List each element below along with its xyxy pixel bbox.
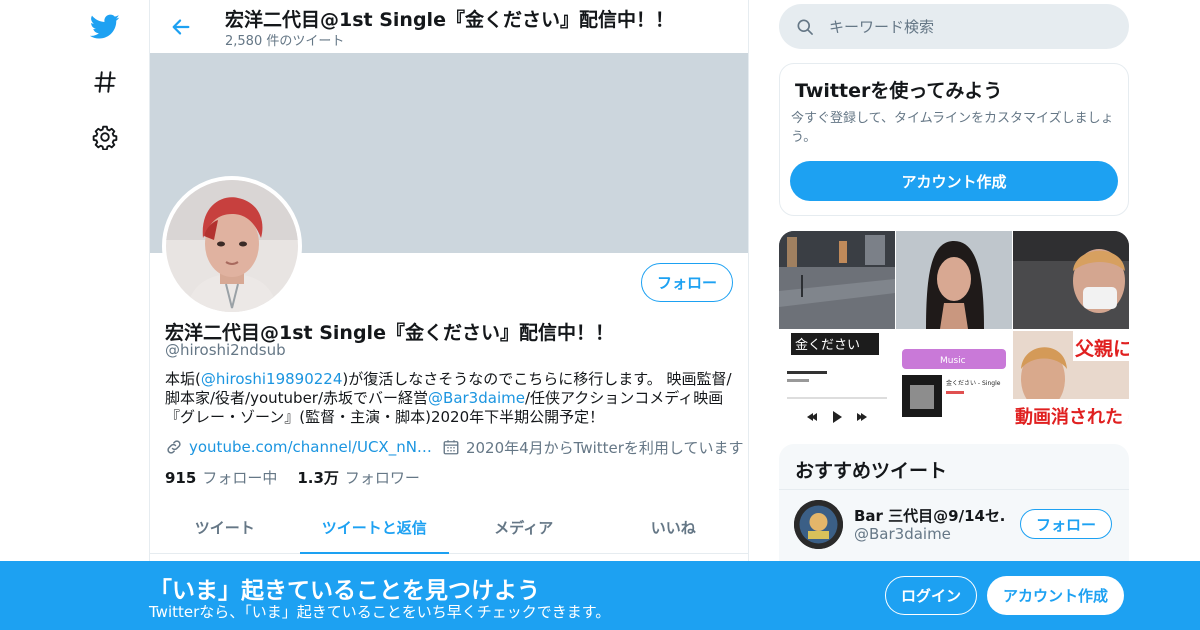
thumb-text-bottom: 動画消された [1015,406,1123,428]
media-grid: 金ください Music 金ください - Single 父親に 動画消された [779,231,1129,429]
followers-label: フォロワー [344,469,420,487]
following-stat[interactable]: 915 フォロー中 [165,467,277,488]
profile-bio: 本垢(@hiroshi19890224)が復活しなさそうなのでこちらに移行します… [165,370,735,427]
followers-stat[interactable]: 1.3万 フォロワー [297,467,420,488]
recommended-name[interactable]: Bar 三代目@9/14セ… [854,505,1004,526]
following-count: 915 [165,469,197,487]
follow-stats: 915 フォロー中 1.3万 フォロワー [165,467,440,488]
thumb-song-title: 金ください [795,337,860,353]
following-label: フォロー中 [202,469,278,487]
media-thumbnail[interactable] [1013,231,1129,329]
back-arrow-icon[interactable] [164,10,198,44]
followers-count: 1.3万 [297,469,339,487]
bottom-bar-title: 「いま」起きていることを見つけよう [149,578,540,604]
profile-meta: youtube.com/channel/UCX_nN… 2020年4月からTwi… [165,436,743,458]
tab-tweets-and-replies[interactable]: ツイートと返信 [299,502,450,554]
gear-icon[interactable] [85,117,125,157]
recommended-title: おすすめツイート [795,460,948,482]
profile-tabs: ツイート ツイートと返信 メディア いいね [150,502,748,554]
joined-date: 2020年4月からTwitterを利用しています [465,438,744,457]
tab-likes[interactable]: いいね [599,502,749,553]
thumb-song-label: 金ください - Single [946,379,1001,387]
bio-text: 本垢( [165,370,201,388]
tweet-count: 2,580 件のツイート [225,34,345,49]
signup-card-text: 今すぐ登録して、タイムラインをカスタマイズしましょう。 [791,111,1114,145]
profile-header-bar: 宏洋二代目@1st Single『金ください』配信中！！ 2,580 件のツイー… [150,0,748,53]
recommended-follow-button[interactable]: フォロー [1020,509,1112,539]
signup-bottom-bar: 「いま」起きていることを見つけよう Twitterなら、「いま」起きていることを… [0,561,1200,630]
media-thumbnail[interactable] [779,231,895,329]
bio-mention-link[interactable]: @Bar3daime [428,389,525,407]
divider [779,489,1129,490]
calendar-icon [442,438,460,456]
header-title: 宏洋二代目@1st Single『金ください』配信中！！ [225,9,674,31]
tab-media[interactable]: メディア [449,502,599,553]
media-thumbnail[interactable] [896,231,1012,329]
create-account-button[interactable]: アカウント作成 [790,161,1118,201]
left-nav [80,0,130,630]
profile-handle: @hiroshi2ndsub [165,341,286,359]
signup-card: Twitterを使ってみよう 今すぐ登録して、タイムラインをカスタマイズしましょ… [779,63,1129,216]
bottom-signup-button[interactable]: アカウント作成 [987,576,1124,615]
media-thumbnail[interactable]: 金ください [779,331,895,429]
hashtag-icon[interactable] [85,62,125,102]
media-thumbnail[interactable]: 父親に 動画消された [1013,331,1129,429]
profile-column: 宏洋二代目@1st Single『金ください』配信中！！ 2,580 件のツイー… [149,0,749,630]
login-button[interactable]: ログイン [885,576,977,615]
recommended-handle: @Bar3daime [854,525,951,543]
recommended-avatar[interactable] [794,500,843,549]
thumb-music-label: Music [940,356,966,366]
profile-avatar[interactable] [162,176,302,316]
follow-button[interactable]: フォロー [641,263,733,302]
bio-mention-link[interactable]: @hiroshi19890224 [201,370,343,388]
search-box[interactable] [779,4,1129,49]
bottom-bar-subtitle: Twitterなら、「いま」起きていることをいち早くチェックできます。 [149,603,611,621]
thumb-text-top: 父親に [1074,337,1129,360]
signup-card-title: Twitterを使ってみよう [795,80,1003,102]
link-icon [165,438,183,456]
search-input[interactable] [829,17,1099,36]
search-icon [795,17,815,37]
website-link[interactable]: youtube.com/channel/UCX_nN… [189,438,432,456]
twitter-bird-icon[interactable] [85,7,125,47]
tab-tweets[interactable]: ツイート [150,502,300,553]
media-thumbnail[interactable]: Music 金ください - Single [896,331,1012,429]
